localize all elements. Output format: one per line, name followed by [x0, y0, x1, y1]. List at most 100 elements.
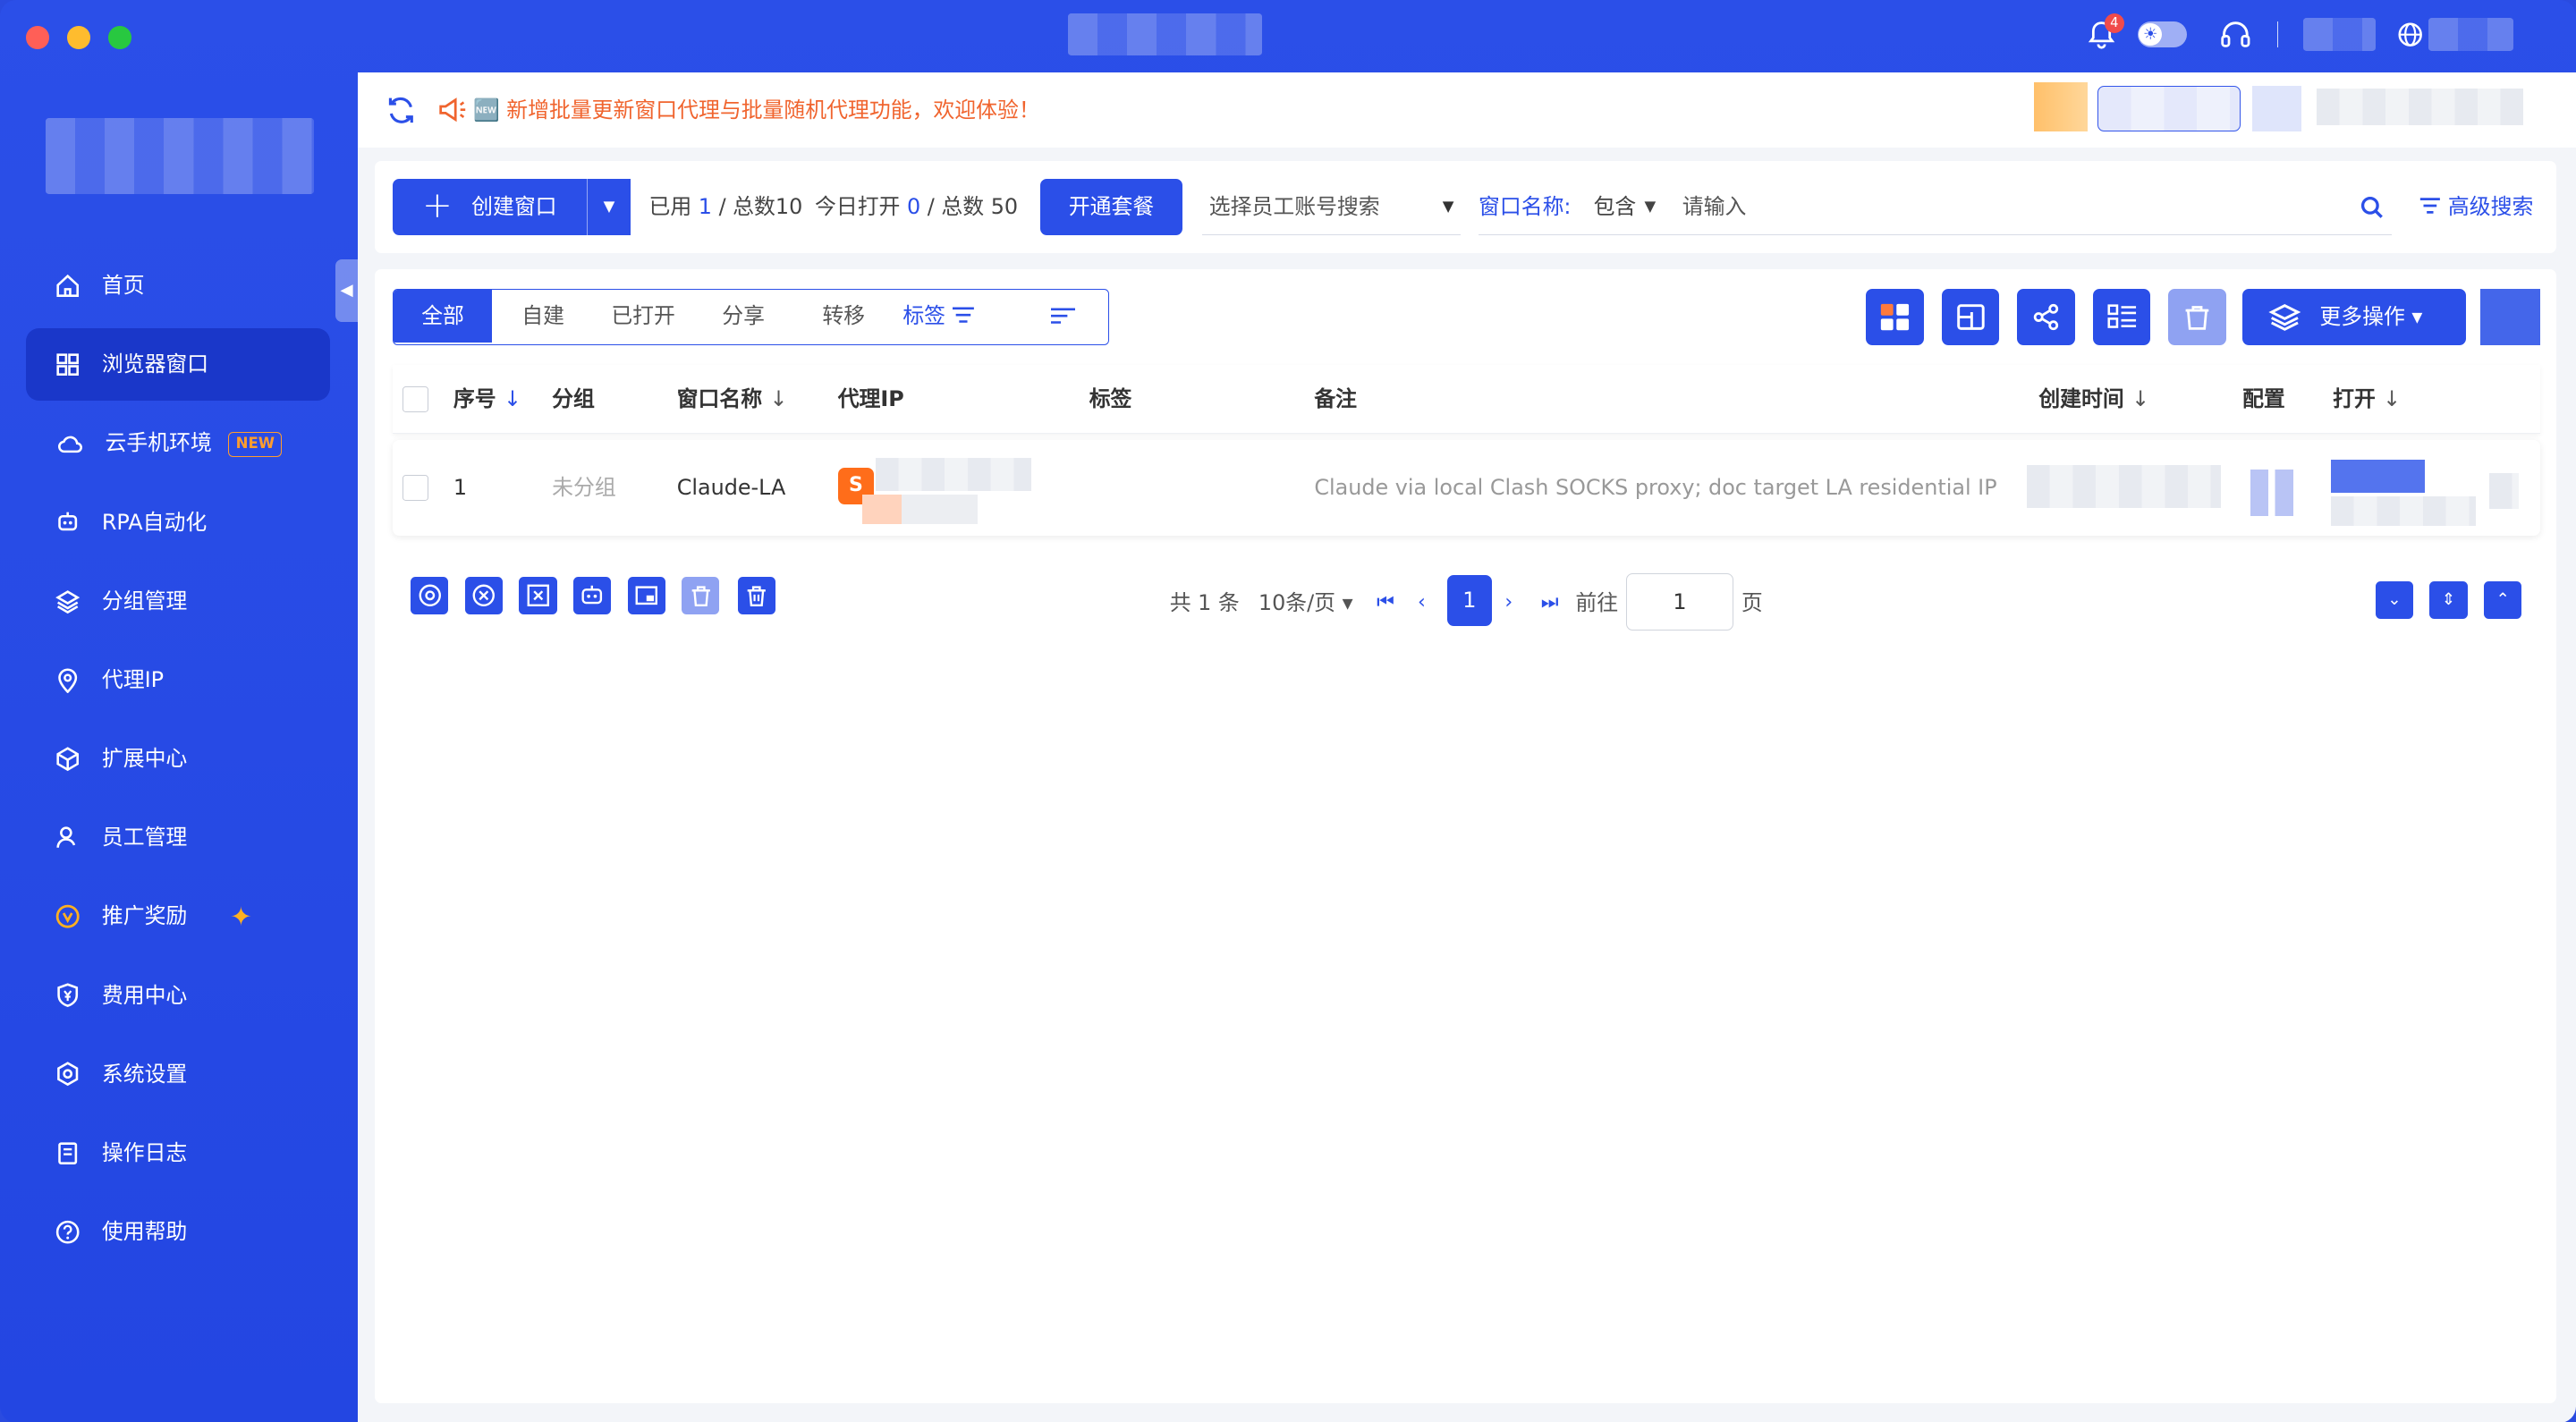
proxy-ip-redacted [875, 458, 1032, 492]
account-chip-redacted[interactable] [2097, 85, 2241, 131]
sidebar-item-label: 浏览器窗口 [101, 351, 209, 377]
row-window-name[interactable]: Claude-LA [677, 440, 786, 536]
sidebar-item-cloud-phone[interactable]: 云手机环境 NEW [26, 407, 330, 479]
tab-self-created[interactable]: 自建 [494, 290, 592, 343]
prev-page-icon[interactable]: ‹ [1418, 575, 1426, 631]
list-view-button[interactable] [2092, 289, 2151, 345]
staff-account-select[interactable]: 选择员工账号搜索 ▼ [1202, 179, 1461, 235]
caret-down-icon: ▼ [1644, 198, 1657, 216]
grid-view-button[interactable] [1866, 289, 1924, 345]
current-page-button[interactable]: 1 [1447, 574, 1492, 626]
sidebar-item-staff[interactable]: 员工管理 [26, 801, 330, 874]
announcement-text[interactable]: 🆕 新增批量更新窗口代理与批量随机代理功能，欢迎体验！ [473, 72, 1040, 148]
recycle-bin-button[interactable] [2168, 289, 2226, 345]
first-page-icon[interactable]: ⏮ [1377, 575, 1394, 631]
tab-opened[interactable]: 已打开 [594, 290, 692, 343]
maximize-window-button[interactable] [108, 26, 131, 50]
bulk-recycle-button[interactable] [682, 576, 720, 614]
window-title-redacted [1067, 13, 1262, 56]
sidebar-item-help[interactable]: 使用帮助 [26, 1196, 330, 1268]
create-window-dropdown[interactable]: ▼ [586, 179, 631, 235]
column-index[interactable]: 序号 ↓ [453, 365, 521, 434]
select-all-checkbox[interactable] [402, 385, 429, 412]
layers-icon [2268, 303, 2301, 331]
sidebar-item-billing[interactable]: 费用中心 [26, 960, 330, 1032]
home-icon [55, 274, 79, 297]
caret-down-icon: ▼ [1442, 198, 1454, 216]
notification-badge: 4 [2104, 13, 2124, 33]
sparkle-icon: ✦ [230, 901, 252, 932]
row-checkbox[interactable] [402, 474, 429, 502]
table-header: 序号 ↓ 分组 窗口名称 ↓ 代理IP 标签 备注 创建时间 ↓ 配置 打开 ↓ [392, 364, 2540, 434]
search-icon[interactable] [2359, 194, 2385, 220]
chrome-icon [419, 584, 441, 606]
settings-icon [56, 1062, 78, 1087]
minimize-window-button[interactable] [67, 26, 90, 50]
grid-icon [55, 353, 79, 377]
next-page-icon[interactable]: › [1504, 575, 1513, 631]
column-created-time[interactable]: 创建时间 ↓ [2038, 365, 2149, 434]
shield-yen-icon [56, 983, 78, 1008]
share-button[interactable] [2017, 289, 2075, 345]
match-mode-select[interactable]: 包含 [1594, 179, 1637, 234]
sidebar-item-browser-window[interactable]: 浏览器窗口 [26, 328, 331, 402]
headset-support-icon[interactable] [2219, 20, 2252, 49]
usage-stat: 已用 1 / 总数10 [648, 193, 803, 219]
sidebar-item-proxy-ip[interactable]: 代理IP [26, 644, 330, 716]
column-window-name[interactable]: 窗口名称 ↓ [677, 365, 788, 434]
bulk-window-arrange-button[interactable] [627, 576, 665, 614]
bulk-force-close-button[interactable] [519, 576, 557, 614]
more-actions-button[interactable]: 更多操作 ▾ [2242, 289, 2466, 345]
last-page-icon[interactable]: ⏭ [1541, 575, 1559, 631]
tab-tags[interactable]: 标签 [902, 290, 995, 343]
column-tags: 标签 [1089, 385, 1132, 411]
language-redacted[interactable] [2428, 18, 2514, 51]
sidebar-item-label: RPA自动化 [101, 509, 208, 535]
bulk-rpa-button[interactable] [572, 576, 612, 614]
bulk-delete-button[interactable] [737, 576, 775, 614]
tab-shared[interactable]: 分享 [694, 290, 792, 343]
refresh-icon[interactable] [385, 94, 418, 127]
page-size-select[interactable]: 10条/页 ▾ [1258, 575, 1353, 631]
bulk-open-button[interactable] [411, 576, 449, 614]
open-package-button[interactable]: 开通套餐 [1039, 179, 1183, 235]
vip-avatar-redacted[interactable] [2033, 81, 2089, 131]
user-avatar-redacted[interactable] [2252, 85, 2302, 131]
sidebar-item-settings[interactable]: 系统设置 [26, 1038, 330, 1111]
tab-transferred[interactable]: 转移 [794, 290, 893, 343]
trash-icon [747, 586, 766, 606]
theme-toggle[interactable]: ☀ [2137, 21, 2187, 48]
close-window-button[interactable] [26, 26, 50, 50]
sidebar-item-rpa[interactable]: RPA自动化 [26, 487, 330, 559]
chevron-down-icon[interactable]: ⌄ [2375, 581, 2414, 620]
row-note: Claude via local Clash SOCKS proxy; doc … [1314, 475, 1997, 501]
extra-action-button[interactable] [2480, 289, 2540, 345]
search-toolbar: + 创建窗口 ▼ 已用 1 / 总数10 今日打开 0 / 总数 50 开通套餐… [374, 160, 2556, 253]
sidebar-item-home[interactable]: 首页 [26, 250, 330, 322]
row-index: 1 [453, 475, 468, 501]
window-name-input[interactable] [1682, 191, 2340, 222]
window-layout-button[interactable] [1941, 289, 2000, 345]
tab-all[interactable]: 全部 [393, 290, 493, 343]
globe-icon[interactable] [2397, 21, 2423, 47]
column-open[interactable]: 打开 ↓ [2333, 365, 2401, 434]
close-square-icon [527, 584, 549, 606]
open-status-redacted [2331, 495, 2476, 526]
sidebar-item-logs[interactable]: 操作日志 [26, 1117, 330, 1189]
table-row[interactable]: 1 未分组 Claude-LA S Claude via local Clash… [392, 440, 2540, 536]
sidebar-item-groups[interactable]: 分组管理 [26, 565, 330, 638]
sidebar-item-extensions[interactable]: 扩展中心 [26, 723, 330, 795]
bulk-close-button[interactable] [464, 576, 503, 614]
collapse-sidebar-button[interactable]: ◀ [335, 259, 359, 322]
config-icons-redacted[interactable] [2250, 470, 2293, 516]
advanced-search-link[interactable]: 高级搜索 [2419, 161, 2533, 253]
user-icon [55, 826, 75, 848]
recycle-trash-icon [2185, 306, 2209, 330]
sidebar-item-referral[interactable]: 推广奖励 ✦ [26, 880, 330, 952]
goto-page-input[interactable] [1626, 572, 1733, 631]
chevron-up-icon[interactable]: ⌃ [2484, 581, 2522, 620]
sort-icon[interactable] [1050, 308, 1076, 325]
expand-vertical-icon[interactable]: ⇕ [2429, 581, 2468, 620]
open-browser-button[interactable] [2331, 460, 2425, 493]
account-redacted[interactable] [2303, 18, 2376, 51]
